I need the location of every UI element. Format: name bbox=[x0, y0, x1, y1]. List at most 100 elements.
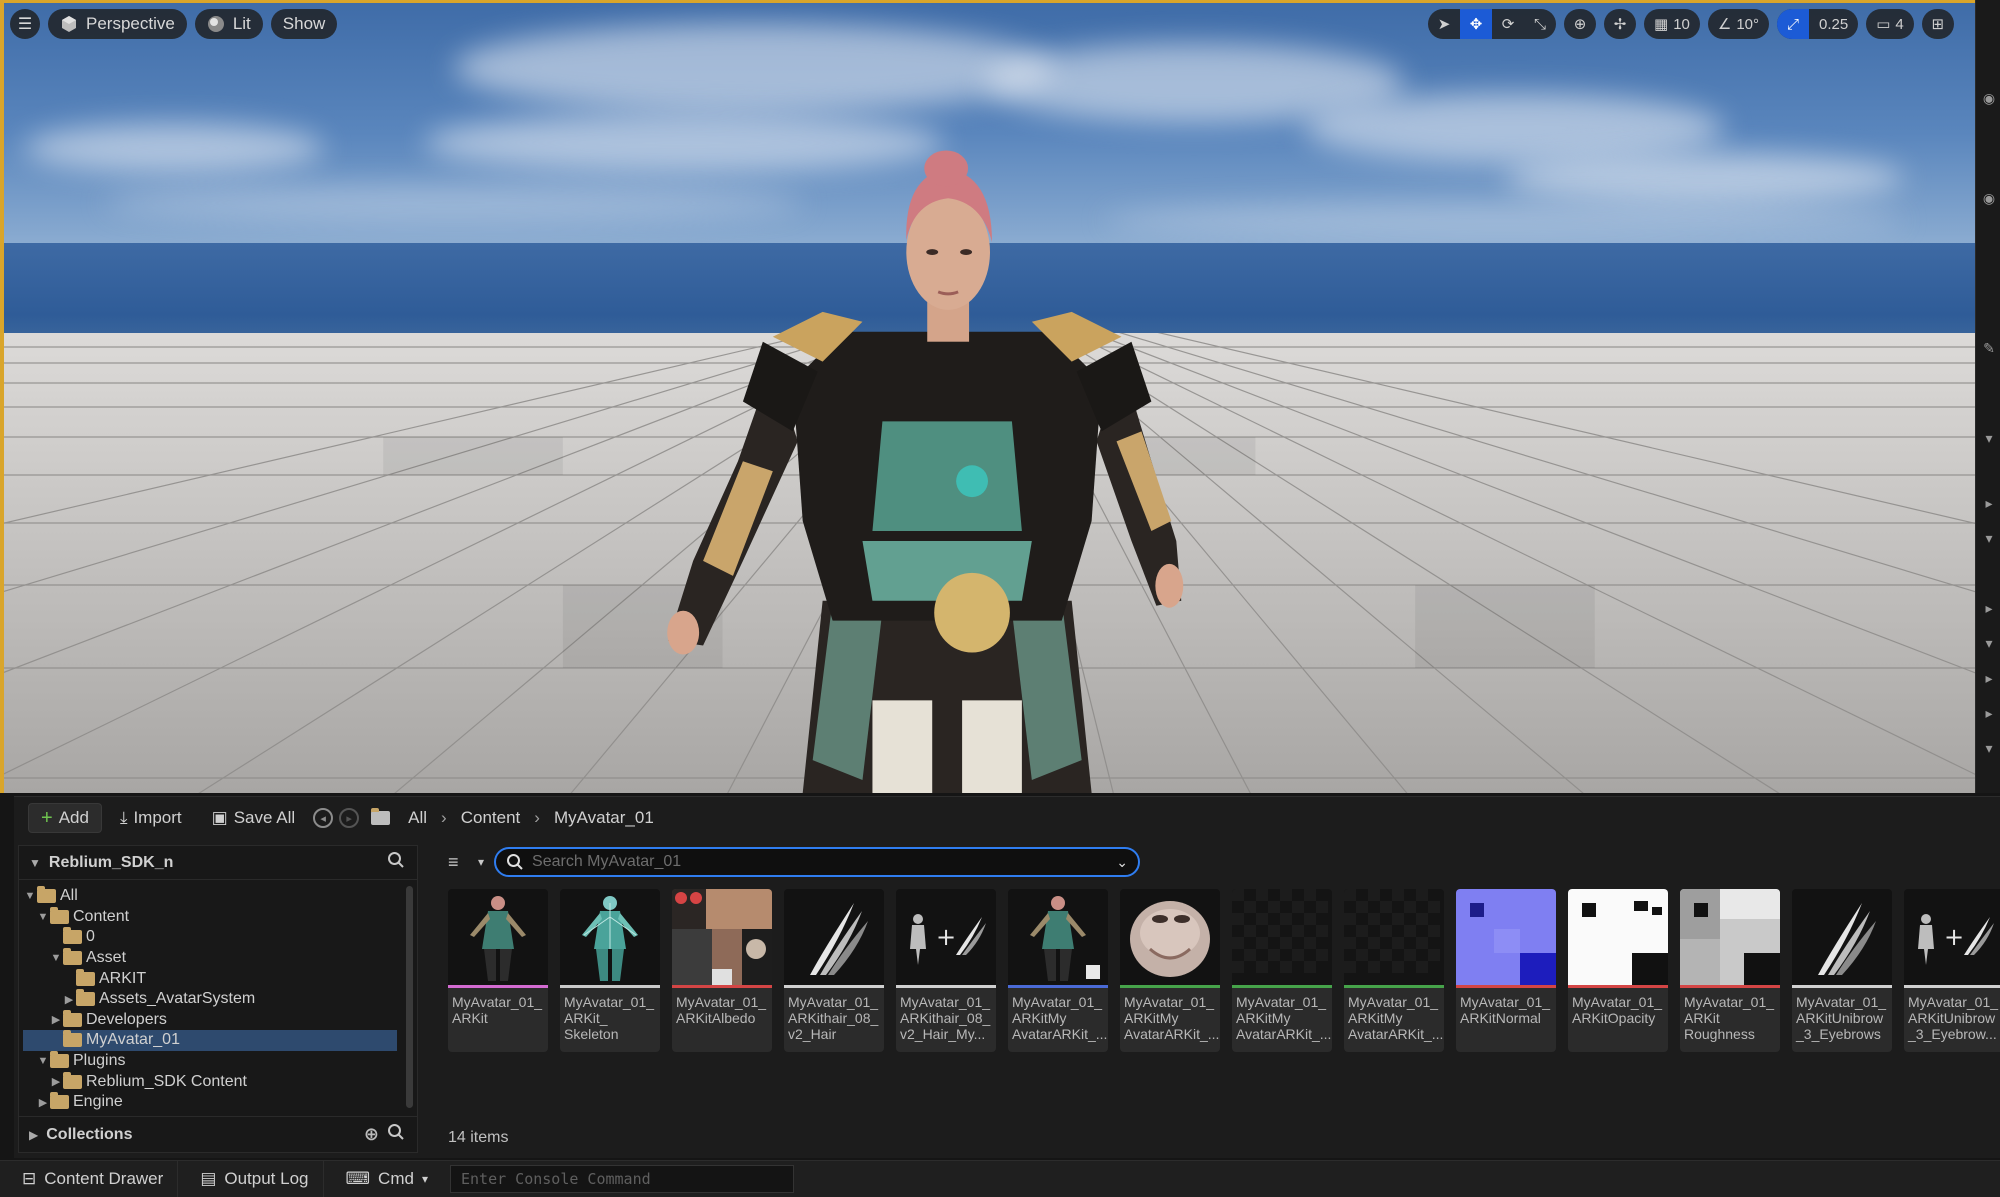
chevron-down-icon[interactable]: ⌄ bbox=[1116, 854, 1128, 871]
globe-icon: ⊕ bbox=[1573, 16, 1587, 33]
chevron-down-icon[interactable]: ▾ bbox=[1981, 430, 1997, 447]
project-root-header[interactable]: ▼ Reblium_SDK_n bbox=[19, 846, 417, 880]
chevron-right-icon[interactable]: ▸ bbox=[1981, 495, 1997, 512]
tree-item-label: Developers bbox=[86, 1010, 167, 1028]
eye-icon[interactable]: ◉ bbox=[1981, 190, 1997, 207]
tree-scrollbar[interactable] bbox=[406, 886, 413, 1108]
save-all-label: Save All bbox=[233, 808, 296, 827]
chevron-right-icon[interactable]: ▸ bbox=[1981, 600, 1997, 617]
chevron-down-icon[interactable]: ▼ bbox=[36, 911, 50, 923]
chevron-right-icon[interactable]: ▶ bbox=[49, 1013, 63, 1026]
breadcrumb-content[interactable]: Content bbox=[461, 808, 521, 828]
breadcrumb-all[interactable]: All bbox=[408, 808, 427, 828]
add-button[interactable]: + Add bbox=[28, 803, 102, 833]
eye-icon[interactable]: ◉ bbox=[1981, 90, 1997, 107]
chevron-down-icon[interactable]: ▾ bbox=[1981, 740, 1997, 757]
asset-thumbnail bbox=[1344, 889, 1444, 985]
asset-tile[interactable]: MyAvatar_01_ ARKit bbox=[448, 889, 548, 1052]
chevron-down-icon[interactable]: ▾ bbox=[1981, 530, 1997, 547]
add-collection-icon[interactable]: ⊕ bbox=[364, 1124, 379, 1145]
asset-thumbnail bbox=[672, 889, 772, 985]
cmd-dropdown[interactable]: ⌨ Cmd ▾ bbox=[332, 1161, 442, 1197]
forward-button[interactable]: ▸ bbox=[339, 808, 360, 828]
asset-tile[interactable]: + MyAvatar_01_ ARKithair_08_ v2_Hair_My..… bbox=[896, 889, 996, 1052]
tree-item-label: MyAvatar_01 bbox=[86, 1031, 180, 1049]
search-icon[interactable] bbox=[387, 1123, 405, 1146]
chevron-down-icon[interactable]: ▼ bbox=[49, 952, 63, 964]
chevron-down-icon[interactable]: ▾ bbox=[478, 855, 484, 869]
world-space-button[interactable]: ⊕ bbox=[1564, 9, 1596, 39]
asset-tile[interactable]: MyAvatar_01_ ARKitOpacity bbox=[1568, 889, 1668, 1052]
asset-tile[interactable]: MyAvatar_01_ ARKitMy AvatarARKit_... bbox=[1008, 889, 1108, 1052]
level-viewport[interactable]: ☰ Perspective Lit Show ➤ ✥ ⟳ ⤡ ⊕ ✢ ▦ 10 … bbox=[0, 0, 1975, 793]
viewport-menu-button[interactable]: ☰ bbox=[10, 9, 40, 39]
asset-tile[interactable]: MyAvatar_01_ ARKitNormal bbox=[1456, 889, 1556, 1052]
scale-icon: ⤡ bbox=[1533, 15, 1546, 33]
translate-mode-button[interactable]: ✥ bbox=[1460, 9, 1492, 39]
tree-item[interactable]: ▶ Assets_AvatarSystem bbox=[23, 989, 397, 1010]
asset-tile[interactable]: MyAvatar_01_ ARKitMy AvatarARKit_... bbox=[1120, 889, 1220, 1052]
tree-item[interactable]: ▶ Developers bbox=[23, 1009, 397, 1031]
surface-snap-button[interactable]: ✢ bbox=[1604, 9, 1636, 39]
rotate-mode-button[interactable]: ⟳ bbox=[1492, 9, 1524, 39]
filter-icon[interactable]: ≡ bbox=[448, 852, 468, 873]
console-input[interactable]: Enter Console Command bbox=[449, 1165, 794, 1193]
import-button[interactable]: ⤓ Import bbox=[108, 803, 194, 833]
chevron-down-icon[interactable]: ▾ bbox=[1981, 635, 1997, 652]
chevron-right-icon[interactable]: ▶ bbox=[49, 1075, 63, 1088]
scale-snap-toggle[interactable]: ⤢ bbox=[1777, 9, 1810, 39]
pencil-icon[interactable]: ✎ bbox=[1981, 340, 1997, 357]
scale-mode-button[interactable]: ⤡ bbox=[1524, 9, 1556, 39]
camera-speed-button[interactable]: ▭ 4 bbox=[1866, 9, 1914, 39]
asset-tile[interactable]: MyAvatar_01_ ARKit_ Skeleton bbox=[560, 889, 660, 1052]
asset-tile[interactable]: MyAvatar_01_ ARKitUnibrow _3_Eyebrows bbox=[1792, 889, 1892, 1052]
add-label: Add bbox=[58, 808, 89, 827]
chevron-right-icon[interactable]: ▶ bbox=[62, 993, 76, 1006]
asset-tile[interactable]: MyAvatar_01_ ARKit Roughness bbox=[1680, 889, 1780, 1052]
search-input[interactable]: Search MyAvatar_01 bbox=[532, 853, 1108, 871]
collections-header[interactable]: ▶ Collections ⊕ bbox=[19, 1116, 417, 1152]
tree-item[interactable]: 0 bbox=[23, 927, 397, 948]
folder-icon bbox=[50, 906, 69, 924]
rotation-snap-button[interactable]: ∠ 10° bbox=[1708, 9, 1769, 39]
viewport-layout-button[interactable]: ⊞ bbox=[1922, 9, 1954, 39]
arrow-left-icon: ◂ bbox=[320, 812, 326, 825]
content-drawer-button[interactable]: ⊟ Content Drawer bbox=[8, 1161, 179, 1197]
surface-snap-group: ✢ bbox=[1604, 9, 1636, 39]
breadcrumb-myavatar[interactable]: MyAvatar_01 bbox=[554, 808, 654, 828]
chevron-down-icon[interactable]: ▼ bbox=[23, 890, 37, 902]
avatar-character[interactable] bbox=[4, 3, 1975, 793]
search-icon[interactable] bbox=[387, 851, 405, 874]
tree-item[interactable]: ▶ Reblium_SDK Content bbox=[23, 1071, 397, 1092]
tree-item[interactable]: ▼ Plugins bbox=[23, 1051, 397, 1072]
asset-tile[interactable]: MyAvatar_01_ ARKitAlbedo bbox=[672, 889, 772, 1052]
perspective-button[interactable]: Perspective bbox=[48, 9, 187, 39]
right-side-strip: ◉ ◉ ✎ ▾ ▸ ▾ ▸ ▾ ▸ ▸ ▾ bbox=[1975, 0, 2000, 793]
tree-item[interactable]: ▶ Engine bbox=[23, 1092, 397, 1113]
tree-item[interactable]: MyAvatar_01 bbox=[23, 1030, 397, 1051]
tree-item[interactable]: ARKIT bbox=[23, 968, 397, 989]
select-mode-button[interactable]: ➤ bbox=[1428, 9, 1460, 39]
cursor-arrow-icon: ➤ bbox=[1437, 16, 1451, 33]
chevron-right-icon: › bbox=[534, 808, 540, 827]
chevron-right-icon[interactable]: ▸ bbox=[1981, 670, 1997, 687]
grid-snap-button[interactable]: ▦ 10 bbox=[1644, 9, 1700, 39]
chevron-right-icon[interactable]: ▸ bbox=[1981, 705, 1997, 722]
lit-button[interactable]: Lit bbox=[194, 9, 263, 39]
scale-snap-value-button[interactable]: 0.25 bbox=[1809, 9, 1858, 39]
output-log-button[interactable]: ▤ Output Log bbox=[186, 1161, 324, 1197]
asset-tile[interactable]: MyAvatar_01_ ARKitMy AvatarARKit_... bbox=[1232, 889, 1332, 1052]
asset-tile[interactable]: + MyAvatar_01_ ARKitUnibrow _3_Eyebrow... bbox=[1904, 889, 2000, 1052]
tree-item[interactable]: ▼ All bbox=[23, 886, 397, 907]
asset-search-box[interactable]: Search MyAvatar_01 ⌄ bbox=[494, 847, 1141, 877]
asset-tile[interactable]: MyAvatar_01_ ARKithair_08_ v2_Hair bbox=[784, 889, 884, 1052]
chevron-down-icon[interactable]: ▼ bbox=[36, 1055, 50, 1067]
asset-tile[interactable]: MyAvatar_01_ ARKitMy AvatarARKit_... bbox=[1344, 889, 1444, 1052]
tree-item[interactable]: ▼ Asset bbox=[23, 948, 397, 969]
show-button[interactable]: Show bbox=[270, 9, 338, 39]
save-all-button[interactable]: ▣ Save All bbox=[200, 803, 308, 833]
tree-item[interactable]: ▼ Content bbox=[23, 906, 397, 928]
chevron-right-icon[interactable]: ▶ bbox=[36, 1096, 50, 1109]
asset-label: MyAvatar_01_ ARKitMy AvatarARKit_... bbox=[1348, 994, 1444, 1042]
back-button[interactable]: ◂ bbox=[313, 808, 334, 828]
